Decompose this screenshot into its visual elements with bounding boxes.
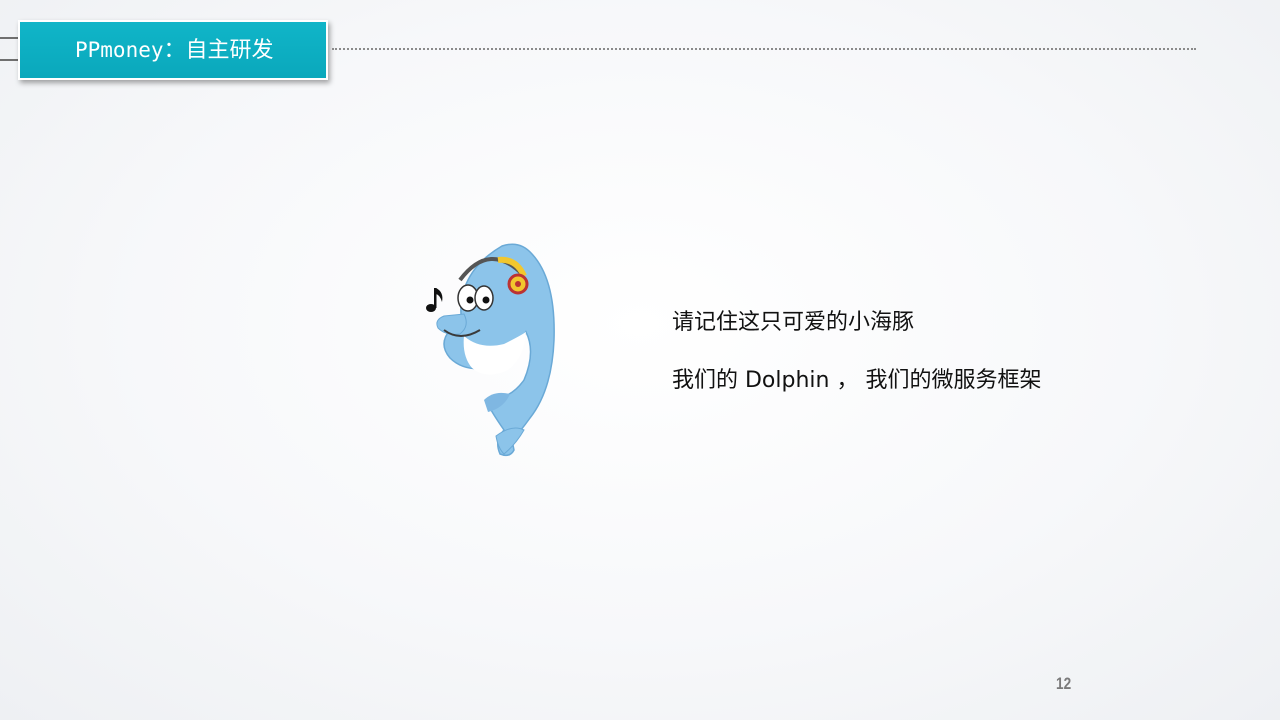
title-tab: PPmoney：自主研发: [18, 20, 328, 80]
header-divider: [332, 48, 1196, 50]
dolphin-mascot-icon: [426, 243, 555, 457]
page-title-brand: PPmoney: [75, 38, 164, 62]
page-number: 12: [1056, 674, 1072, 693]
content-line-2: 我们的 Dolphin ， 我们的微服务框架: [672, 368, 1042, 393]
music-note-icon: [426, 288, 443, 312]
content-line-1: 请记住这只可爱的小海豚: [672, 310, 915, 335]
page-title: PPmoney：自主研发: [75, 35, 274, 66]
slide: PPmoney：自主研发 请记住这只可爱的小海豚 我们的 Dolphin ， 我…: [0, 0, 1280, 720]
page-title-suffix: ：自主研发: [163, 38, 274, 63]
